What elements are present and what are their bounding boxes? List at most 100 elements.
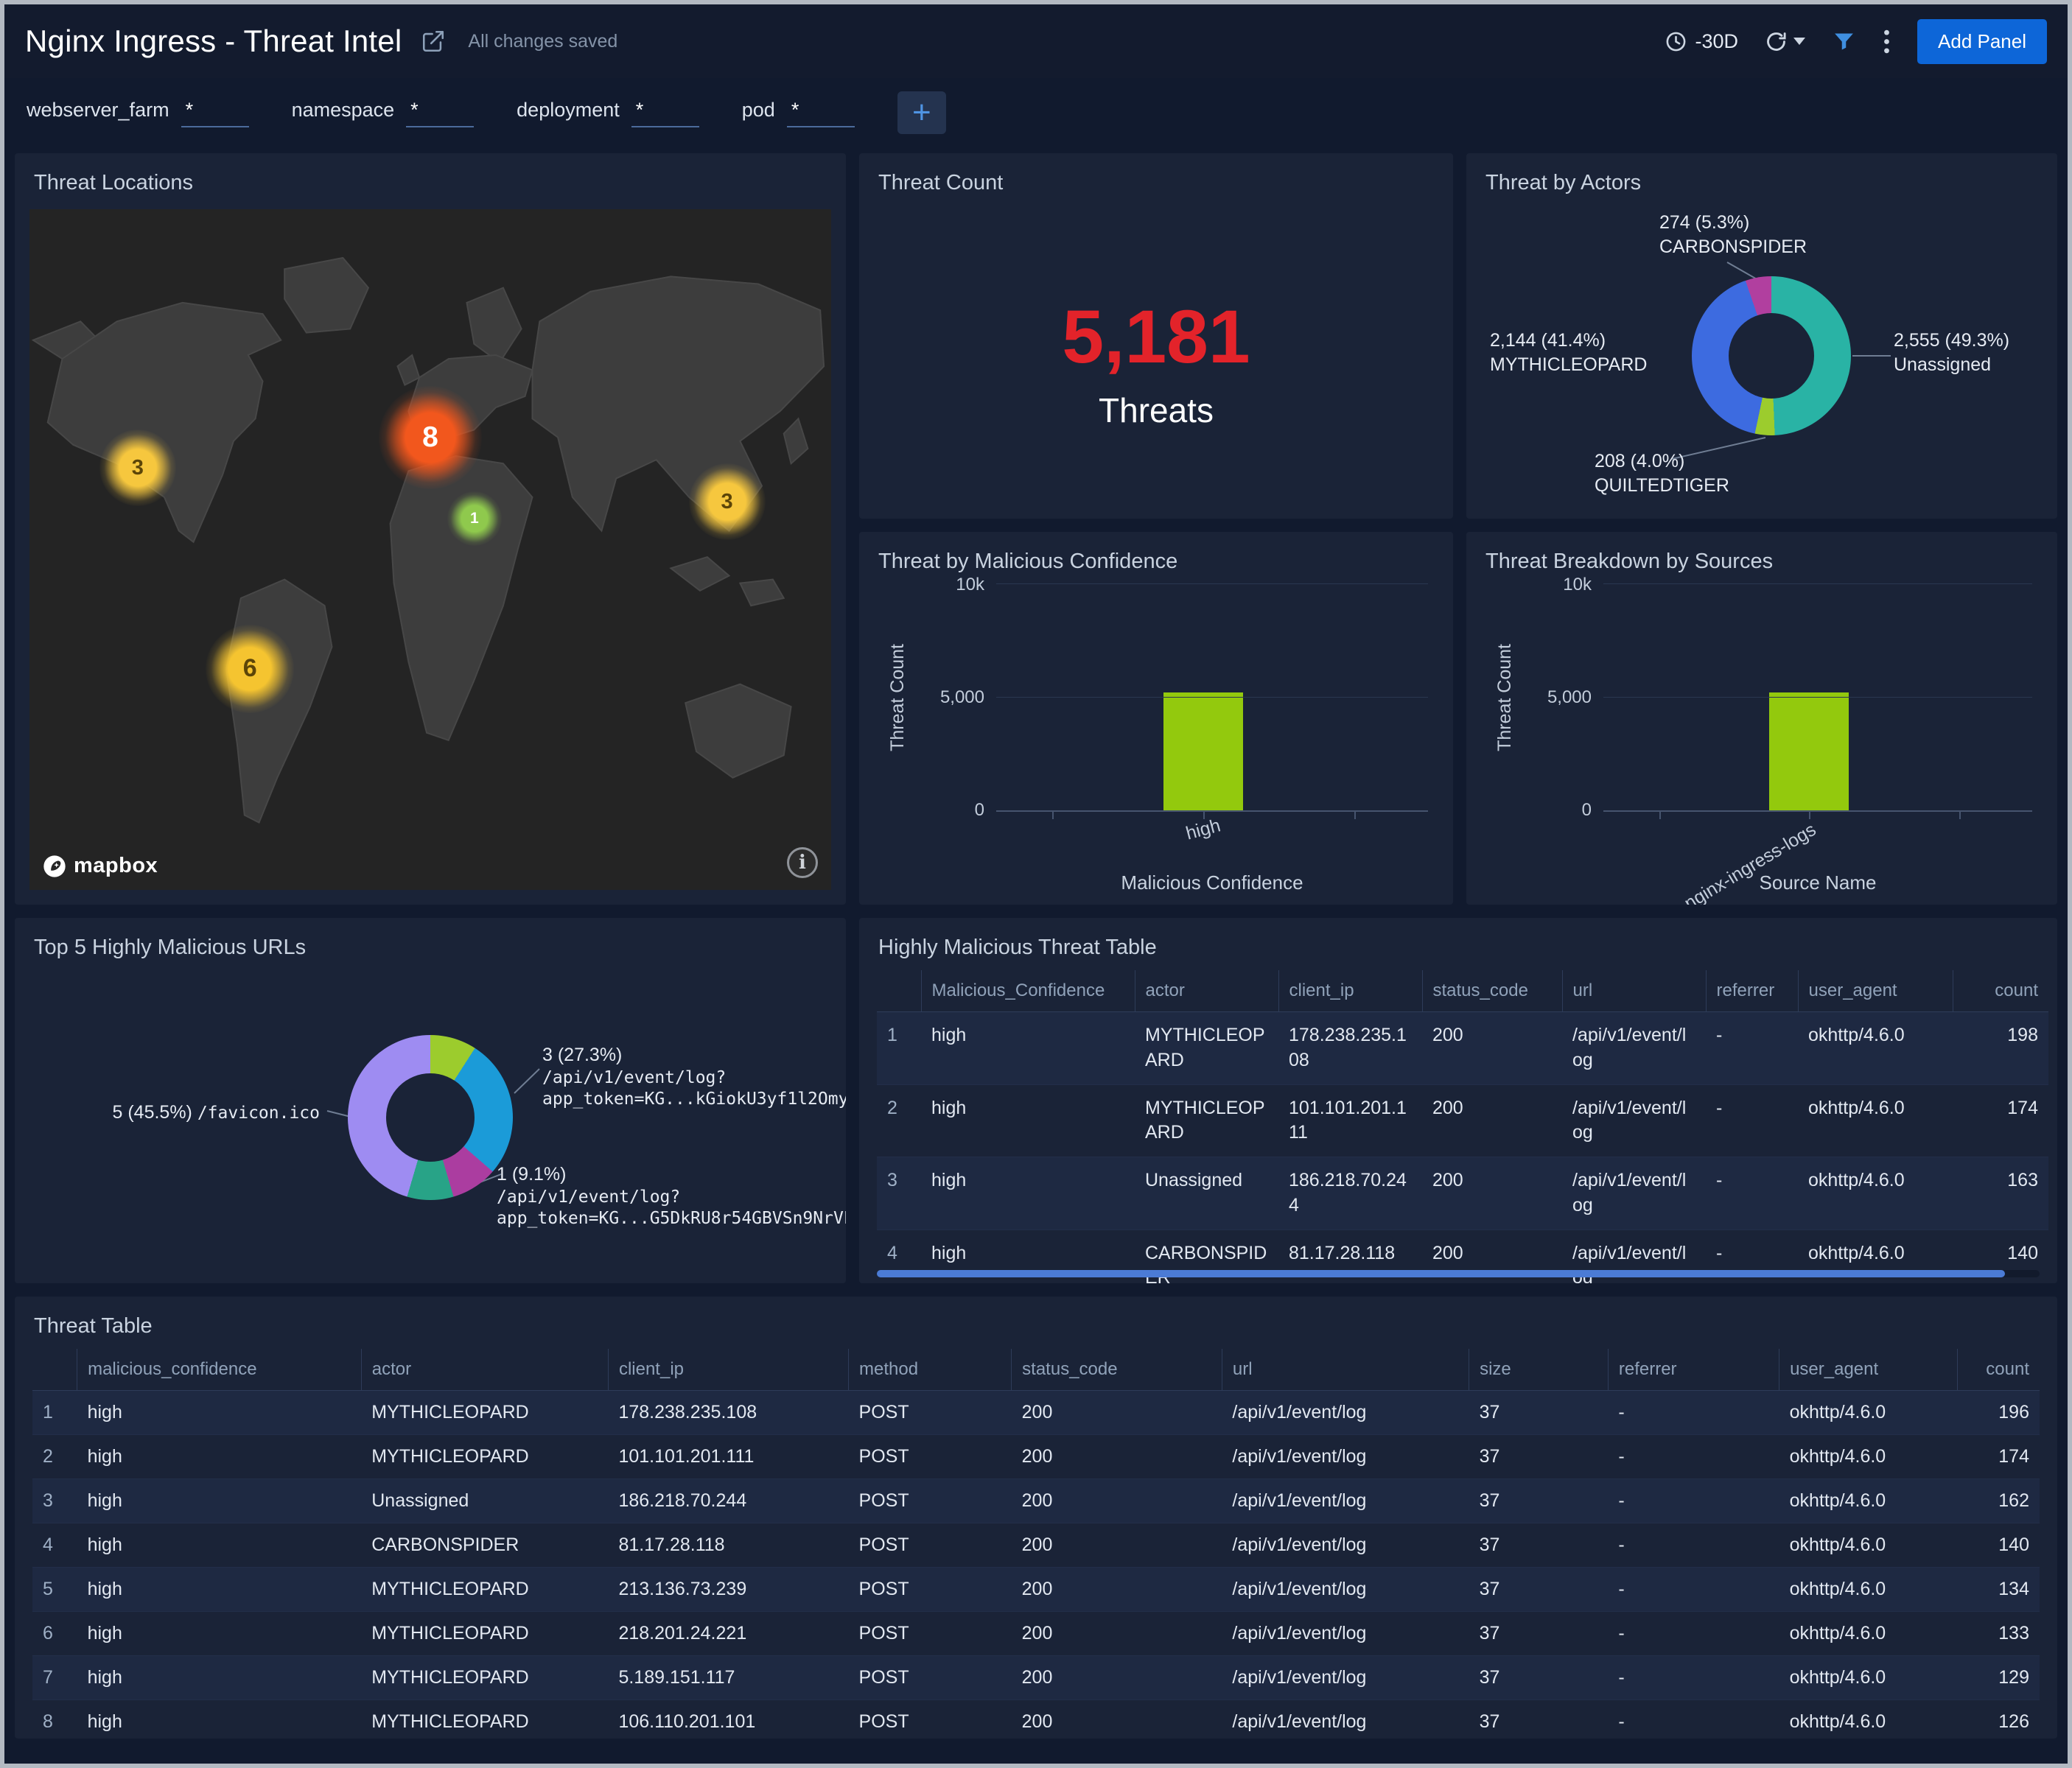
filter-icon[interactable] (1832, 29, 1856, 54)
cell-malicious_confidence: high (77, 1435, 362, 1479)
filter-value-input[interactable]: * (631, 99, 699, 127)
table-row[interactable]: 2highMYTHICLEOPARD101.101.201.111POST200… (32, 1435, 2040, 1479)
table-row[interactable]: 2highMYTHICLEOPARD101.101.201.111200/api… (877, 1084, 2048, 1157)
urls-donut-chart[interactable] (348, 1035, 513, 1200)
cell-size: 37 (1469, 1568, 1609, 1612)
share-icon[interactable] (421, 29, 446, 54)
cell-url: /api/v1/event/log (1222, 1612, 1469, 1656)
column-header-status_code[interactable]: status_code (1422, 970, 1562, 1012)
column-header-Malicious_Confidence[interactable]: Malicious_Confidence (921, 970, 1135, 1012)
column-header-count[interactable]: count (1953, 970, 2048, 1012)
row-number: 3 (877, 1157, 921, 1230)
cell-url: /api/v1/event/log (1222, 1700, 1469, 1739)
panel-highly-malicious-table: Highly Malicious Threat Table Malicious_… (859, 918, 2057, 1283)
panel-title: Threat Locations (15, 153, 846, 200)
map-cluster-marker[interactable]: 3 (689, 463, 766, 540)
cell-actor: MYTHICLEOPARD (361, 1435, 608, 1479)
table-row[interactable]: 5highMYTHICLEOPARD213.136.73.239POST200/… (32, 1568, 2040, 1612)
cell-Malicious_Confidence: high (921, 1157, 1135, 1230)
panel-title: Top 5 Highly Malicious URLs (15, 918, 846, 964)
cell-actor: MYTHICLEOPARD (361, 1656, 608, 1700)
table-row[interactable]: 4highCARBONSPIDER81.17.28.118POST200/api… (32, 1523, 2040, 1568)
cell-client_ip: 186.218.70.244 (1278, 1157, 1422, 1230)
cell-url: /api/v1/event/log (1562, 1012, 1706, 1085)
add-panel-button[interactable]: Add Panel (1917, 19, 2047, 64)
actors-donut-chart[interactable] (1692, 276, 1851, 435)
refresh-button[interactable] (1765, 30, 1805, 53)
info-icon[interactable]: i (787, 847, 818, 878)
column-header-size[interactable]: size (1469, 1349, 1609, 1391)
cell-count: 163 (1953, 1157, 2048, 1230)
table-row[interactable]: 3highUnassigned186.218.70.244200/api/v1/… (877, 1157, 2048, 1230)
cell-status_code: 200 (1012, 1435, 1222, 1479)
cell-count: 174 (1958, 1435, 2040, 1479)
highly-malicious-table: Malicious_Confidenceactorclient_ipstatus… (877, 970, 2048, 1283)
column-header-actor[interactable]: actor (1135, 970, 1278, 1012)
time-range-button[interactable]: -30D (1665, 30, 1738, 53)
cell-malicious_confidence: high (77, 1612, 362, 1656)
map-cluster-marker[interactable]: 8 (379, 386, 482, 489)
column-header-count[interactable]: count (1958, 1349, 2040, 1391)
panel-threat-by-sources: Threat Breakdown by Sources Threat Count… (1466, 532, 2057, 905)
column-header-malicious_confidence[interactable]: malicious_confidence (77, 1349, 362, 1391)
cell-size: 37 (1469, 1612, 1609, 1656)
map-cluster-marker[interactable]: 1 (447, 491, 502, 546)
confidence-bar[interactable] (1163, 692, 1243, 810)
map-cluster-marker[interactable]: 6 (206, 625, 294, 713)
cell-client_ip: 178.238.235.108 (1278, 1012, 1422, 1085)
y-axis-label: Threat Count (887, 644, 909, 751)
column-header-client_ip[interactable]: client_ip (608, 1349, 848, 1391)
column-header-user_agent[interactable]: user_agent (1798, 970, 1953, 1012)
dashboard-window: Nginx Ingress - Threat Intel All changes… (0, 0, 2072, 1768)
column-header-referrer[interactable]: referrer (1608, 1349, 1779, 1391)
cell-actor: MYTHICLEOPARD (1135, 1084, 1278, 1157)
table-row[interactable]: 6highMYTHICLEOPARD218.201.24.221POST200/… (32, 1612, 2040, 1656)
map-cluster-marker[interactable]: 3 (99, 429, 176, 506)
cell-url: /api/v1/event/log (1222, 1479, 1469, 1523)
column-header-actor[interactable]: actor (361, 1349, 608, 1391)
world-map[interactable]: 3 81 3 6 mapbox i (29, 209, 831, 890)
y-axis-label: Threat Count (1494, 644, 1516, 751)
refresh-icon (1765, 30, 1788, 53)
cell-url: /api/v1/event/log (1562, 1157, 1706, 1230)
panel-title: Threat by Actors (1466, 153, 2057, 200)
filter-value-input[interactable]: * (406, 99, 474, 127)
filter-value-input[interactable]: * (181, 99, 249, 127)
table-row[interactable]: 1highMYTHICLEOPARD178.238.235.108200/api… (877, 1012, 2048, 1085)
column-header-url[interactable]: url (1562, 970, 1706, 1012)
sources-bar[interactable] (1769, 692, 1849, 810)
cell-actor: MYTHICLEOPARD (361, 1568, 608, 1612)
cell-client_ip: 213.136.73.239 (608, 1568, 848, 1612)
kebab-menu-icon[interactable] (1883, 28, 1891, 55)
cell-user_agent: okhttp/4.6.0 (1779, 1479, 1958, 1523)
filter-label: webserver_farm (27, 99, 169, 122)
scrollbar-thumb[interactable] (877, 1270, 2005, 1277)
table-row[interactable]: 7highMYTHICLEOPARD5.189.151.117POST200/a… (32, 1656, 2040, 1700)
cell-referrer: - (1608, 1568, 1779, 1612)
column-header-status_code[interactable]: status_code (1012, 1349, 1222, 1391)
row-number: 8 (32, 1700, 77, 1739)
mapbox-logo[interactable]: mapbox (43, 854, 158, 878)
filter-value-input[interactable]: * (787, 99, 855, 127)
row-number: 6 (32, 1612, 77, 1656)
panel-threat-by-actors: Threat by Actors 274 (5.3%) CARBONSPIDER… (1466, 153, 2057, 519)
map-cluster-layer: 3 81 3 6 (29, 209, 831, 890)
table-row[interactable]: 8highMYTHICLEOPARD106.110.201.101POST200… (32, 1700, 2040, 1739)
column-header-client_ip[interactable]: client_ip (1278, 970, 1422, 1012)
cell-method: POST (849, 1523, 1012, 1568)
column-header-url[interactable]: url (1222, 1349, 1469, 1391)
filter-pod: pod * (742, 99, 855, 127)
column-header-referrer[interactable]: referrer (1706, 970, 1798, 1012)
cell-status_code: 200 (1012, 1391, 1222, 1435)
column-header-method[interactable]: method (849, 1349, 1012, 1391)
horizontal-scrollbar[interactable] (877, 1270, 2040, 1277)
add-filter-button[interactable]: + (897, 91, 946, 134)
slice-label-quiltedtiger: 208 (4.0%) QUILTEDTIGER (1595, 449, 1729, 497)
row-number: 5 (32, 1568, 77, 1612)
cell-malicious_confidence: high (77, 1656, 362, 1700)
table-row[interactable]: 3highUnassigned186.218.70.244POST200/api… (32, 1479, 2040, 1523)
column-header-user_agent[interactable]: user_agent (1779, 1349, 1958, 1391)
cell-actor: Unassigned (361, 1479, 608, 1523)
table-row[interactable]: 1highMYTHICLEOPARD178.238.235.108POST200… (32, 1391, 2040, 1435)
cell-count: 134 (1958, 1568, 2040, 1612)
